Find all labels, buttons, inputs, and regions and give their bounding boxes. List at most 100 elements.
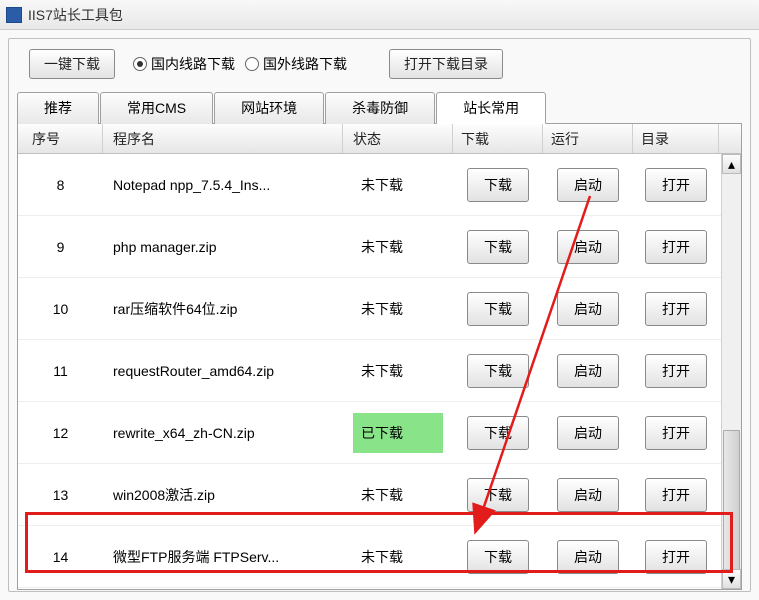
open-button[interactable]: 打开 xyxy=(645,540,707,574)
toolbar: 一键下载 国内线路下载 国外线路下载 打开下载目录 xyxy=(17,49,742,79)
cell-status: 已下载 xyxy=(343,402,453,463)
window-body: 一键下载 国内线路下载 国外线路下载 打开下载目录 推荐 常用CMS 网站环境 … xyxy=(0,30,759,600)
col-header-name[interactable]: 程序名 xyxy=(103,124,343,153)
run-button[interactable]: 启动 xyxy=(557,292,619,326)
scroll-up-icon[interactable]: ▴ xyxy=(722,154,741,174)
cell-status: 未下载 xyxy=(343,526,453,587)
open-download-dir-button[interactable]: 打开下载目录 xyxy=(389,49,503,79)
program-table: 序号 程序名 状态 下载 运行 目录 8Notepad npp_7.5.4_In… xyxy=(17,124,742,590)
cell-run: 启动 xyxy=(543,526,633,587)
status-badge: 未下载 xyxy=(353,165,443,205)
table-header: 序号 程序名 状态 下载 运行 目录 xyxy=(18,124,741,154)
table-row: 9php manager.zip未下载下载启动打开 xyxy=(18,216,741,278)
table-row: 11requestRouter_amd64.zip未下载下载启动打开 xyxy=(18,340,741,402)
cell-seq: 11 xyxy=(18,340,103,401)
radio-icon xyxy=(245,57,259,71)
route-domestic-radio[interactable]: 国内线路下载 xyxy=(133,54,235,74)
run-button[interactable]: 启动 xyxy=(557,540,619,574)
scroll-thumb[interactable] xyxy=(723,430,740,570)
cell-run: 启动 xyxy=(543,402,633,463)
cell-open: 打开 xyxy=(633,216,719,277)
download-button[interactable]: 下载 xyxy=(467,478,529,512)
one-click-download-button[interactable]: 一键下载 xyxy=(29,49,115,79)
cell-open: 打开 xyxy=(633,526,719,587)
cell-name: php manager.zip xyxy=(103,216,343,277)
download-button[interactable]: 下载 xyxy=(467,354,529,388)
open-button[interactable]: 打开 xyxy=(645,354,707,388)
open-button[interactable]: 打开 xyxy=(645,416,707,450)
cell-name: rewrite_x64_zh-CN.zip xyxy=(103,402,343,463)
run-button[interactable]: 启动 xyxy=(557,354,619,388)
app-icon xyxy=(6,7,22,23)
cell-download: 下载 xyxy=(453,526,543,587)
status-badge: 未下载 xyxy=(353,227,443,267)
open-button[interactable]: 打开 xyxy=(645,292,707,326)
radio-label: 国外线路下载 xyxy=(263,54,347,74)
scroll-down-icon[interactable]: ▾ xyxy=(722,569,741,589)
col-header-download[interactable]: 下载 xyxy=(453,124,543,153)
table-row: 10rar压缩软件64位.zip未下载下载启动打开 xyxy=(18,278,741,340)
download-button[interactable]: 下载 xyxy=(467,416,529,450)
open-button[interactable]: 打开 xyxy=(645,230,707,264)
col-header-run[interactable]: 运行 xyxy=(543,124,633,153)
cell-download: 下载 xyxy=(453,402,543,463)
cell-run: 启动 xyxy=(543,464,633,525)
download-button[interactable]: 下载 xyxy=(467,292,529,326)
cell-status: 未下载 xyxy=(343,154,453,215)
radio-label: 国内线路下载 xyxy=(151,54,235,74)
download-button[interactable]: 下载 xyxy=(467,540,529,574)
tab-recommend[interactable]: 推荐 xyxy=(17,92,99,124)
status-badge: 未下载 xyxy=(353,475,443,515)
table-row: 14微型FTP服务端 FTPServ...未下载下载启动打开 xyxy=(18,526,741,588)
cell-status: 未下载 xyxy=(343,340,453,401)
route-foreign-radio[interactable]: 国外线路下载 xyxy=(245,54,347,74)
run-button[interactable]: 启动 xyxy=(557,230,619,264)
download-button[interactable]: 下载 xyxy=(467,168,529,202)
scrollbar-vertical[interactable]: ▴ ▾ xyxy=(721,154,741,589)
cell-download: 下载 xyxy=(453,278,543,339)
cell-run: 启动 xyxy=(543,216,633,277)
cell-name: requestRouter_amd64.zip xyxy=(103,340,343,401)
cell-download: 下载 xyxy=(453,154,543,215)
radio-icon xyxy=(133,57,147,71)
tab-env[interactable]: 网站环境 xyxy=(214,92,324,124)
window-title: IIS7站长工具包 xyxy=(28,5,123,25)
cell-open: 打开 xyxy=(633,464,719,525)
col-header-dir[interactable]: 目录 xyxy=(633,124,719,153)
cell-status: 未下载 xyxy=(343,216,453,277)
cell-run: 启动 xyxy=(543,278,633,339)
cell-download: 下载 xyxy=(453,216,543,277)
tab-cms[interactable]: 常用CMS xyxy=(100,92,213,124)
title-bar: IIS7站长工具包 xyxy=(0,0,759,30)
run-button[interactable]: 启动 xyxy=(557,478,619,512)
cell-seq: 8 xyxy=(18,154,103,215)
open-button[interactable]: 打开 xyxy=(645,478,707,512)
cell-seq: 10 xyxy=(18,278,103,339)
cell-download: 下载 xyxy=(453,464,543,525)
cell-name: win2008激活.zip xyxy=(103,464,343,525)
cell-status: 未下载 xyxy=(343,464,453,525)
cell-run: 启动 xyxy=(543,340,633,401)
status-badge: 未下载 xyxy=(353,289,443,329)
tab-antivirus[interactable]: 杀毒防御 xyxy=(325,92,435,124)
status-badge: 未下载 xyxy=(353,351,443,391)
download-button[interactable]: 下载 xyxy=(467,230,529,264)
cell-run: 启动 xyxy=(543,154,633,215)
col-header-status[interactable]: 状态 xyxy=(343,124,453,153)
cell-status: 未下载 xyxy=(343,278,453,339)
run-button[interactable]: 启动 xyxy=(557,416,619,450)
cell-open: 打开 xyxy=(633,154,719,215)
cell-name: 微型FTP服务端 FTPServ... xyxy=(103,526,343,587)
cell-open: 打开 xyxy=(633,340,719,401)
col-header-seq[interactable]: 序号 xyxy=(18,124,103,153)
cell-open: 打开 xyxy=(633,402,719,463)
cell-open: 打开 xyxy=(633,278,719,339)
run-button[interactable]: 启动 xyxy=(557,168,619,202)
open-button[interactable]: 打开 xyxy=(645,168,707,202)
cell-seq: 13 xyxy=(18,464,103,525)
main-group: 一键下载 国内线路下载 国外线路下载 打开下载目录 推荐 常用CMS 网站环境 … xyxy=(8,38,751,592)
tab-bar: 推荐 常用CMS 网站环境 杀毒防御 站长常用 xyxy=(17,91,742,124)
table-row: 8Notepad npp_7.5.4_Ins...未下载下载启动打开 xyxy=(18,154,741,216)
tab-webmaster[interactable]: 站长常用 xyxy=(436,92,546,124)
download-route-group: 国内线路下载 国外线路下载 xyxy=(133,54,347,74)
